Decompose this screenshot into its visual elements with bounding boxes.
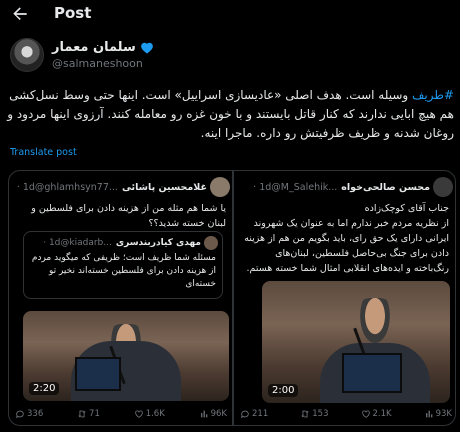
quoted-time: · 1d: [16, 181, 35, 193]
quoted-text: جناب آقای کوچک‌زاده از نظریه مردم خبر ند…: [244, 203, 449, 274]
action-bar: 211 153 2.1K 93K: [240, 409, 452, 419]
repost-button[interactable]: 153: [300, 409, 328, 419]
video-thumbnail[interactable]: 2:00: [262, 281, 450, 403]
monitor-screen: [75, 357, 121, 391]
repost-count: 153: [312, 409, 329, 419]
heart-icon: [361, 410, 370, 418]
nested-text: مسئله شما ظریف است؛ ظریفی که میگوید مردم…: [31, 253, 216, 289]
hashtag-link[interactable]: #طریف: [412, 88, 454, 102]
like-button[interactable]: 1.6K: [134, 409, 165, 419]
quoted-time: · 1d: [253, 181, 272, 193]
monitor-screen: [342, 353, 402, 393]
repost-icon: [301, 410, 309, 418]
quoted-author-handle: @ghlamhsyn77...: [34, 181, 118, 193]
author-row[interactable]: سلمان معمار @salmaneshoon: [10, 38, 154, 72]
quoted-author-handle: @M_Salehik...: [271, 181, 338, 193]
reply-button[interactable]: 336: [15, 409, 43, 419]
like-button[interactable]: 2.1K: [361, 409, 392, 419]
reply-button[interactable]: 211: [240, 409, 268, 419]
video-duration: 2:00: [268, 384, 299, 397]
nested-quote[interactable]: مهدی کیادربندسری @kiadarb... · 1d مسئله …: [23, 231, 223, 299]
avatar: [204, 236, 218, 250]
heart-icon: [134, 410, 143, 418]
reply-icon: [241, 410, 249, 419]
views-button[interactable]: 96K: [199, 409, 227, 419]
author-info: سلمان معمار @salmaneshoon: [52, 40, 154, 70]
video-thumbnail[interactable]: 2:20: [23, 311, 229, 401]
view-count: 96K: [210, 409, 227, 419]
quoted-text: یا شما هم مثله من از هزینه دادن برای فلس…: [31, 203, 226, 229]
repost-count: 71: [89, 409, 100, 419]
nested-author-name: مهدی کیادربندسری: [115, 238, 201, 248]
views-icon: [425, 410, 432, 418]
tweet-body: وسیله است. هدف اصلی «عادیسازی اسراییل» ا…: [7, 88, 454, 140]
reply-icon: [16, 410, 24, 419]
media-grid: غلامحسین پاشائی @ghlamhsyn77... · 1d یا …: [8, 170, 456, 426]
avatar[interactable]: [433, 177, 453, 197]
author-name[interactable]: سلمان معمار: [52, 40, 136, 55]
repost-button[interactable]: 71: [77, 409, 100, 419]
verified-badge-icon: [140, 42, 153, 54]
page-title: Post: [54, 4, 92, 22]
reply-count: 211: [252, 409, 269, 419]
quoted-post-card[interactable]: محسن صالحی‌خواه @M_Salehik... · 1d جناب …: [232, 171, 455, 425]
video-duration: 2:20: [29, 382, 60, 395]
view-count: 93K: [435, 409, 452, 419]
views-icon: [200, 410, 207, 418]
avatar[interactable]: [210, 177, 230, 197]
quoted-author-name[interactable]: محسن صالحی‌خواه: [341, 182, 430, 193]
avatar[interactable]: [10, 38, 44, 72]
views-button[interactable]: 93K: [424, 409, 452, 419]
reply-count: 336: [27, 409, 44, 419]
repost-icon: [78, 410, 86, 418]
translate-link[interactable]: Translate post: [10, 147, 77, 158]
nested-author-handle: @kiadarb...: [60, 238, 112, 248]
quoted-post-card[interactable]: غلامحسین پاشائی @ghlamhsyn77... · 1d یا …: [9, 171, 232, 425]
like-count: 2.1K: [372, 409, 392, 419]
back-arrow-icon[interactable]: [10, 4, 30, 24]
nested-time: · 1d: [43, 238, 61, 248]
top-bar: Post: [0, 0, 460, 30]
quoted-author-name[interactable]: غلامحسین پاشائی: [122, 182, 207, 193]
action-bar: 336 71 1.6K 96K: [15, 409, 227, 419]
like-count: 1.6K: [145, 409, 165, 419]
author-handle: @salmaneshoon: [52, 57, 143, 70]
tweet-text: #طریف وسیله است. هدف اصلی «عادیسازی اسرا…: [6, 86, 454, 143]
